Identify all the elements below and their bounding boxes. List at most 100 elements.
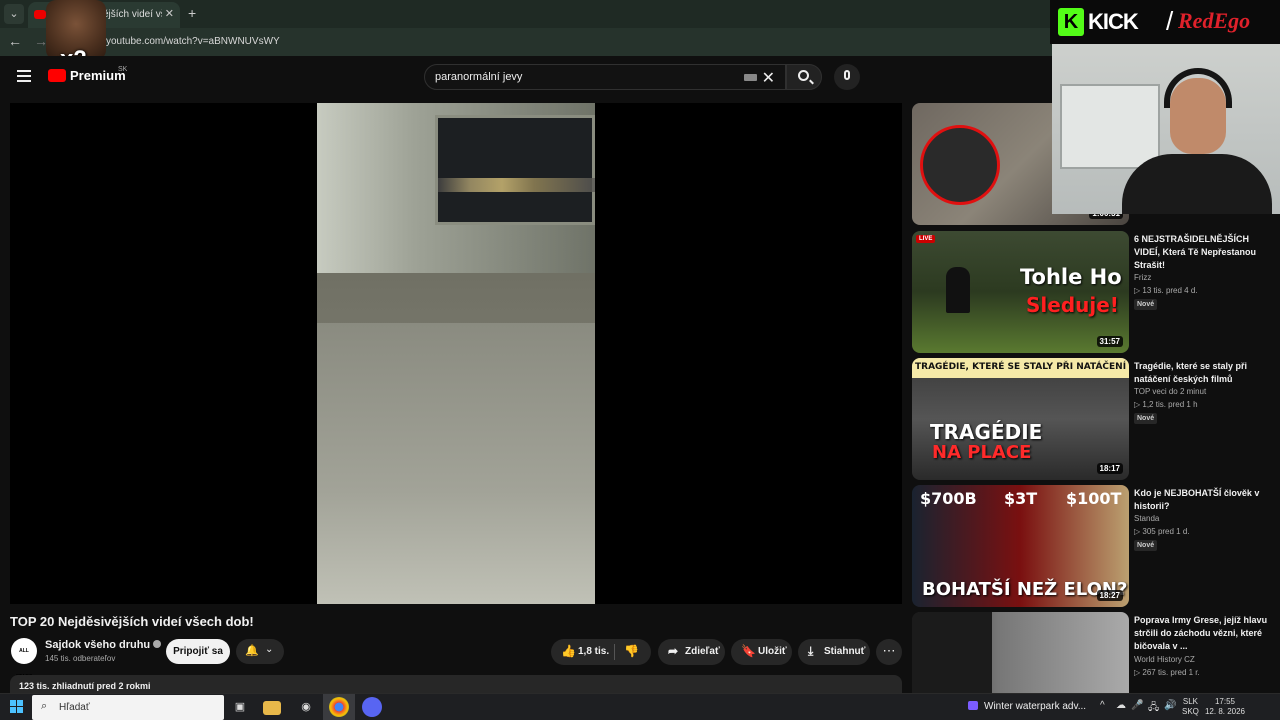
keyboard-icon[interactable] [744, 74, 757, 81]
clock-time: 17:55 [1214, 697, 1236, 706]
youtube-favicon-icon [34, 10, 46, 19]
video-frame [317, 103, 595, 604]
taskbar-search-input[interactable]: Hľadať [59, 702, 90, 713]
back-arrow-icon[interactable]: ← [8, 33, 22, 49]
channel-name[interactable]: Standa [1134, 514, 1159, 523]
channel-name-text[interactable]: Sajdok všeho druhu [45, 639, 150, 651]
tray-cloud-icon[interactable]: ☁ [1116, 700, 1126, 711]
like-count[interactable]: 1,8 tis. [578, 646, 609, 657]
video-title[interactable]: Tragédie, které se staly při natáčení če… [1134, 360, 1274, 386]
like-divider [614, 644, 615, 660]
video-thumbnail[interactable]: TRAGÉDIE, KTERÉ SE STALY PŘI NATÁČENÍ TR… [912, 358, 1129, 480]
thumbnail-caption-2: NA PLACE [932, 442, 1032, 463]
share-label: Zdieľať [685, 646, 720, 657]
system-clock[interactable]: 17:55 12. 8. 2026 [1204, 697, 1246, 717]
search-icon: ⌕ [41, 700, 48, 712]
tray-chevron-icon[interactable]: ^ [1100, 700, 1105, 711]
kick-wordmark: KICK [1088, 9, 1139, 34]
webcam-overlay [1052, 44, 1280, 214]
recommended-video-4[interactable]: $700B $3T $100T BOHATŠÍ NEŽ ELON? 18:27 … [912, 485, 1280, 607]
recommended-video-3[interactable]: TRAGÉDIE, KTERÉ SE STALY PŘI NATÁČENÍ TR… [912, 358, 1280, 480]
download-label: Stiahnuť [824, 646, 866, 657]
task-view-icon[interactable]: ▣ [230, 697, 250, 717]
channel-name[interactable]: Frizz [1134, 273, 1151, 282]
microphone-icon [844, 70, 850, 80]
channel-avatar[interactable]: ALL STARS [11, 638, 37, 680]
tab-list-chevron-icon[interactable]: ⌄ [4, 4, 24, 24]
clock-date: 12. 8. 2026 [1204, 707, 1246, 716]
thumbnail-amount-2: $3T [1004, 489, 1038, 508]
chevron-down-icon: ⌄ [265, 644, 274, 655]
video-title[interactable]: 6 NEJSTRAŠIDELNĚJŠÍCH VIDEÍ, Která Tě Ne… [1134, 233, 1274, 272]
search-input[interactable]: paranormální jevy [435, 71, 522, 83]
save-button[interactable]: 🔖 Uložiť [731, 639, 792, 665]
new-badge: Nové [1134, 540, 1158, 551]
thumbnail-highlight-circle [920, 125, 1000, 205]
url-field[interactable]: youtube.com/watch?v=aBNWNUVsWY [106, 36, 280, 47]
video-player[interactable] [10, 103, 902, 604]
live-badge: LIVE [916, 235, 936, 243]
kick-logo-icon: K [1058, 8, 1084, 36]
recommended-video-5[interactable]: Poprava Irmy Grese, jejíž hlavu strčili … [912, 612, 1280, 693]
obs-icon[interactable]: ◉ [296, 697, 316, 717]
dislike-icon[interactable]: 👎 [624, 644, 639, 658]
new-badge: Nové [1134, 299, 1158, 310]
youtube-header: Premium SK paranormální jevy ✕ [0, 56, 1050, 100]
save-icon: 🔖 [741, 644, 756, 658]
like-dislike-group: 👍 1,8 tis. 👎 [551, 639, 651, 665]
download-button[interactable]: ⤓ Stiahnuť [798, 639, 870, 665]
bell-icon: 🔔 [245, 645, 259, 657]
region-code: SK [118, 66, 128, 73]
search-box[interactable]: paranormální jevy ✕ [424, 64, 786, 90]
language-line-1: SLK [1182, 697, 1199, 706]
news-widget[interactable]: Winter waterpark adv... [968, 701, 1086, 712]
taskbar-search[interactable]: ⌕ Hľadať [32, 695, 224, 720]
tab-title: vějších videí vš [98, 9, 162, 20]
search-button[interactable] [786, 64, 822, 90]
news-text: Winter waterpark adv... [984, 701, 1087, 712]
tab-close-icon[interactable]: ✕ [165, 7, 174, 20]
tray-network-icon[interactable]: 🖧 [1148, 700, 1159, 717]
clear-search-icon[interactable]: ✕ [762, 68, 775, 88]
new-tab-button[interactable]: + [188, 5, 196, 21]
youtube-premium-logo[interactable]: Premium [48, 68, 126, 83]
keyboard-language[interactable]: SLK SKQ [1182, 697, 1199, 717]
video-title[interactable]: Poprava Irmy Grese, jejíž hlavu strčili … [1134, 614, 1274, 653]
join-button[interactable]: Pripojiť sa [166, 639, 230, 664]
video-title[interactable]: Kdo je NEJBOHATŠÍ člověk v historii? [1134, 487, 1274, 513]
windows-start-icon[interactable] [10, 700, 24, 714]
thumbnail-figure [946, 267, 970, 313]
thumbnail-banner-text: TRAGÉDIE, KTERÉ SE STALY PŘI NATÁČENÍ [915, 362, 1127, 372]
streamer-name: RedEgo [1178, 8, 1251, 33]
share-button[interactable]: ➦ Zdieľať [658, 639, 725, 665]
search-icon [798, 70, 809, 81]
like-icon[interactable]: 👍 [561, 644, 576, 658]
video-thumbnail[interactable] [912, 612, 1129, 693]
youtube-play-icon [48, 69, 66, 82]
video-thumbnail[interactable]: LIVE Tohle Ho Sleduje! 31:57 [912, 231, 1129, 353]
share-icon: ➦ [668, 644, 679, 658]
discord-icon[interactable] [362, 697, 382, 717]
thumbnail-amount-1: $700B [920, 489, 977, 508]
tray-mic-icon[interactable]: 🎤 [1131, 700, 1143, 711]
video-meta: ▷ 305 pred 1 d. [1134, 527, 1190, 536]
channel-name[interactable]: World History CZ [1134, 655, 1195, 664]
hamburger-menu-icon[interactable] [17, 70, 31, 82]
verified-icon [153, 640, 162, 648]
news-icon [968, 701, 978, 710]
save-label: Uložiť [758, 646, 787, 657]
channel-name[interactable]: Sajdok všeho druhu [45, 639, 162, 651]
tray-volume-icon[interactable]: 🔊 [1164, 700, 1176, 711]
notification-button[interactable]: 🔔 ⌄ [236, 639, 284, 664]
thumbnail-portrait [912, 612, 992, 693]
video-duration: 31:57 [1096, 336, 1123, 347]
description-box[interactable]: 123 tis. zhliadnutí pred 2 rokmi [10, 675, 902, 695]
channel-name[interactable]: TOP veci do 2 minut [1134, 387, 1206, 396]
video-meta: ▷ 267 tis. pred 1 r. [1134, 668, 1200, 677]
file-explorer-icon[interactable] [263, 701, 281, 715]
video-thumbnail[interactable]: $700B $3T $100T BOHATŠÍ NEŽ ELON? 18:27 [912, 485, 1129, 607]
recommended-video-2[interactable]: LIVE Tohle Ho Sleduje! 31:57 6 NEJSTRAŠI… [912, 231, 1280, 353]
chrome-icon[interactable] [329, 697, 349, 717]
more-actions-icon[interactable]: ⋯ [876, 639, 902, 665]
voice-search-button[interactable] [834, 64, 860, 90]
